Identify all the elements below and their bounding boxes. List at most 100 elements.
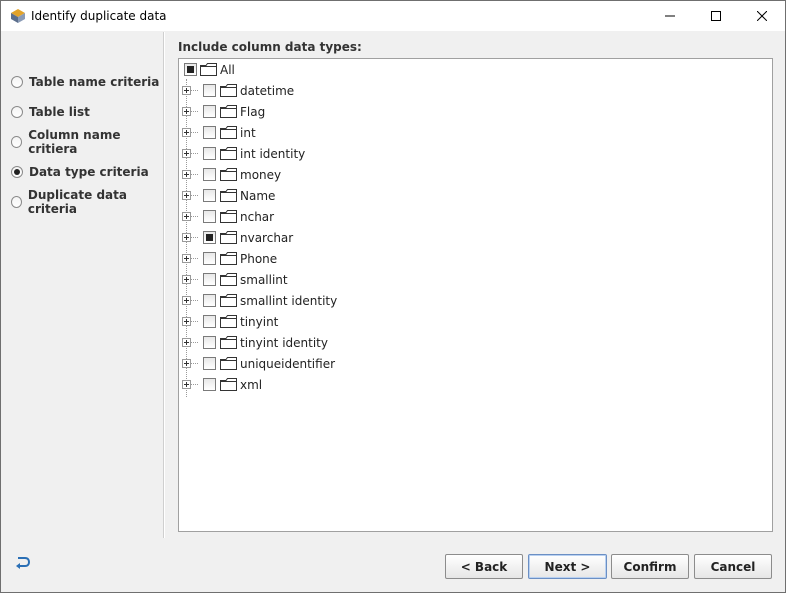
checkbox[interactable] (203, 294, 216, 307)
expand-toggle-icon[interactable] (182, 233, 191, 242)
checkbox[interactable] (203, 210, 216, 223)
data-type-tree[interactable]: All datetime Flag int int identity money Name… (178, 58, 773, 532)
checkbox[interactable] (203, 105, 216, 118)
checkbox[interactable] (203, 336, 216, 349)
option-table-list[interactable]: Table list (11, 104, 90, 120)
tree-node-label: uniqueidentifier (240, 357, 336, 371)
option-label: Duplicate data criteria (27, 188, 127, 216)
divider (164, 32, 165, 538)
folder-icon (200, 63, 217, 76)
title-bar: Identify duplicate data (1, 1, 785, 31)
tree-node-label: xml (240, 378, 263, 392)
option-column-name-criteria[interactable]: Column name critiera (11, 128, 163, 156)
folder-icon (220, 273, 237, 286)
folder-icon (220, 105, 237, 118)
option-label: Column name critiera (28, 128, 121, 156)
expand-toggle-icon[interactable] (182, 128, 191, 137)
checkbox[interactable] (203, 273, 216, 286)
checkbox[interactable] (203, 84, 216, 97)
tree-connector (191, 216, 198, 217)
checkbox[interactable] (203, 168, 216, 181)
folder-icon (220, 189, 237, 202)
expand-toggle-icon[interactable] (182, 107, 191, 116)
option-label: Table list (29, 105, 90, 119)
tree-node-label: datetime (240, 84, 295, 98)
checkbox[interactable] (203, 315, 216, 328)
back-button[interactable]: < Back (445, 554, 523, 579)
checkbox[interactable] (203, 126, 216, 139)
window-title: Identify duplicate data (31, 9, 167, 23)
expand-toggle-icon[interactable] (182, 296, 191, 305)
checkbox[interactable] (203, 147, 216, 160)
expand-toggle-icon[interactable] (182, 254, 191, 263)
undo-arrow-icon[interactable] (15, 556, 31, 570)
section-heading: Include column data types: (178, 40, 362, 54)
folder-icon (220, 378, 237, 391)
folder-icon (220, 210, 237, 223)
tree-node-label: All (220, 63, 235, 77)
folder-icon (220, 231, 237, 244)
tree-node-label: nvarchar (240, 231, 294, 245)
maximize-icon (711, 11, 721, 21)
criteria-nav: Table name criteria Table list Column na… (1, 32, 164, 538)
option-data-type-criteria[interactable]: Data type criteria (11, 164, 149, 180)
radio-button[interactable] (11, 106, 23, 118)
tree-node-label: tinyint identity (240, 336, 328, 350)
tree-node-label: smallint identity (240, 294, 338, 308)
checkbox[interactable] (203, 252, 216, 265)
option-table-name-criteria[interactable]: Table name criteria (11, 74, 159, 90)
folder-icon (220, 84, 237, 97)
tree-node-label: int (240, 126, 256, 140)
close-icon (757, 11, 767, 21)
maximize-button[interactable] (693, 1, 739, 31)
radio-button[interactable] (11, 136, 23, 148)
expand-toggle-icon[interactable] (182, 359, 191, 368)
checkbox-partial[interactable] (203, 231, 216, 244)
close-button[interactable] (739, 1, 785, 31)
folder-icon (220, 315, 237, 328)
folder-icon (220, 126, 237, 139)
radio-button-selected[interactable] (11, 166, 23, 178)
expand-toggle-icon[interactable] (182, 191, 191, 200)
tree-connector (191, 279, 198, 280)
tree-node-label: Name (240, 189, 276, 203)
tree-node-label: nchar (240, 210, 275, 224)
expand-toggle-icon[interactable] (182, 275, 191, 284)
expand-toggle-icon[interactable] (182, 338, 191, 347)
checkbox-partial[interactable] (184, 63, 197, 76)
tree-connector (191, 237, 198, 238)
folder-icon (220, 168, 237, 181)
tree-node-label: Flag (240, 105, 266, 119)
radio-button[interactable] (11, 196, 22, 208)
tree-connector (191, 258, 198, 259)
tree-connector (191, 300, 198, 301)
checkbox[interactable] (203, 357, 216, 370)
minimize-button[interactable] (647, 1, 693, 31)
tree-node-label: int identity (240, 147, 306, 161)
tree-connector (191, 132, 198, 133)
expand-toggle-icon[interactable] (182, 149, 191, 158)
app-logo-icon (11, 9, 25, 23)
checkbox[interactable] (203, 189, 216, 202)
tree-node-label: money (240, 168, 282, 182)
confirm-button[interactable]: Confirm (611, 554, 689, 579)
minimize-icon (665, 15, 675, 17)
folder-icon (220, 252, 237, 265)
expand-toggle-icon[interactable] (182, 380, 191, 389)
expand-toggle-icon[interactable] (182, 86, 191, 95)
cancel-button[interactable]: Cancel (694, 554, 772, 579)
option-label: Data type criteria (29, 165, 149, 179)
tree-connector (191, 90, 198, 91)
tree-connector (191, 384, 198, 385)
next-button[interactable]: Next > (528, 554, 607, 579)
tree-connector (191, 195, 198, 196)
folder-icon (220, 294, 237, 307)
checkbox[interactable] (203, 378, 216, 391)
expand-toggle-icon[interactable] (182, 170, 191, 179)
expand-toggle-icon[interactable] (182, 212, 191, 221)
radio-button[interactable] (11, 76, 23, 88)
option-duplicate-data-criteria[interactable]: Duplicate data criteria (11, 188, 163, 216)
tree-node-label: smallint (240, 273, 288, 287)
back-button-label: < Back (460, 559, 508, 574)
expand-toggle-icon[interactable] (182, 317, 191, 326)
